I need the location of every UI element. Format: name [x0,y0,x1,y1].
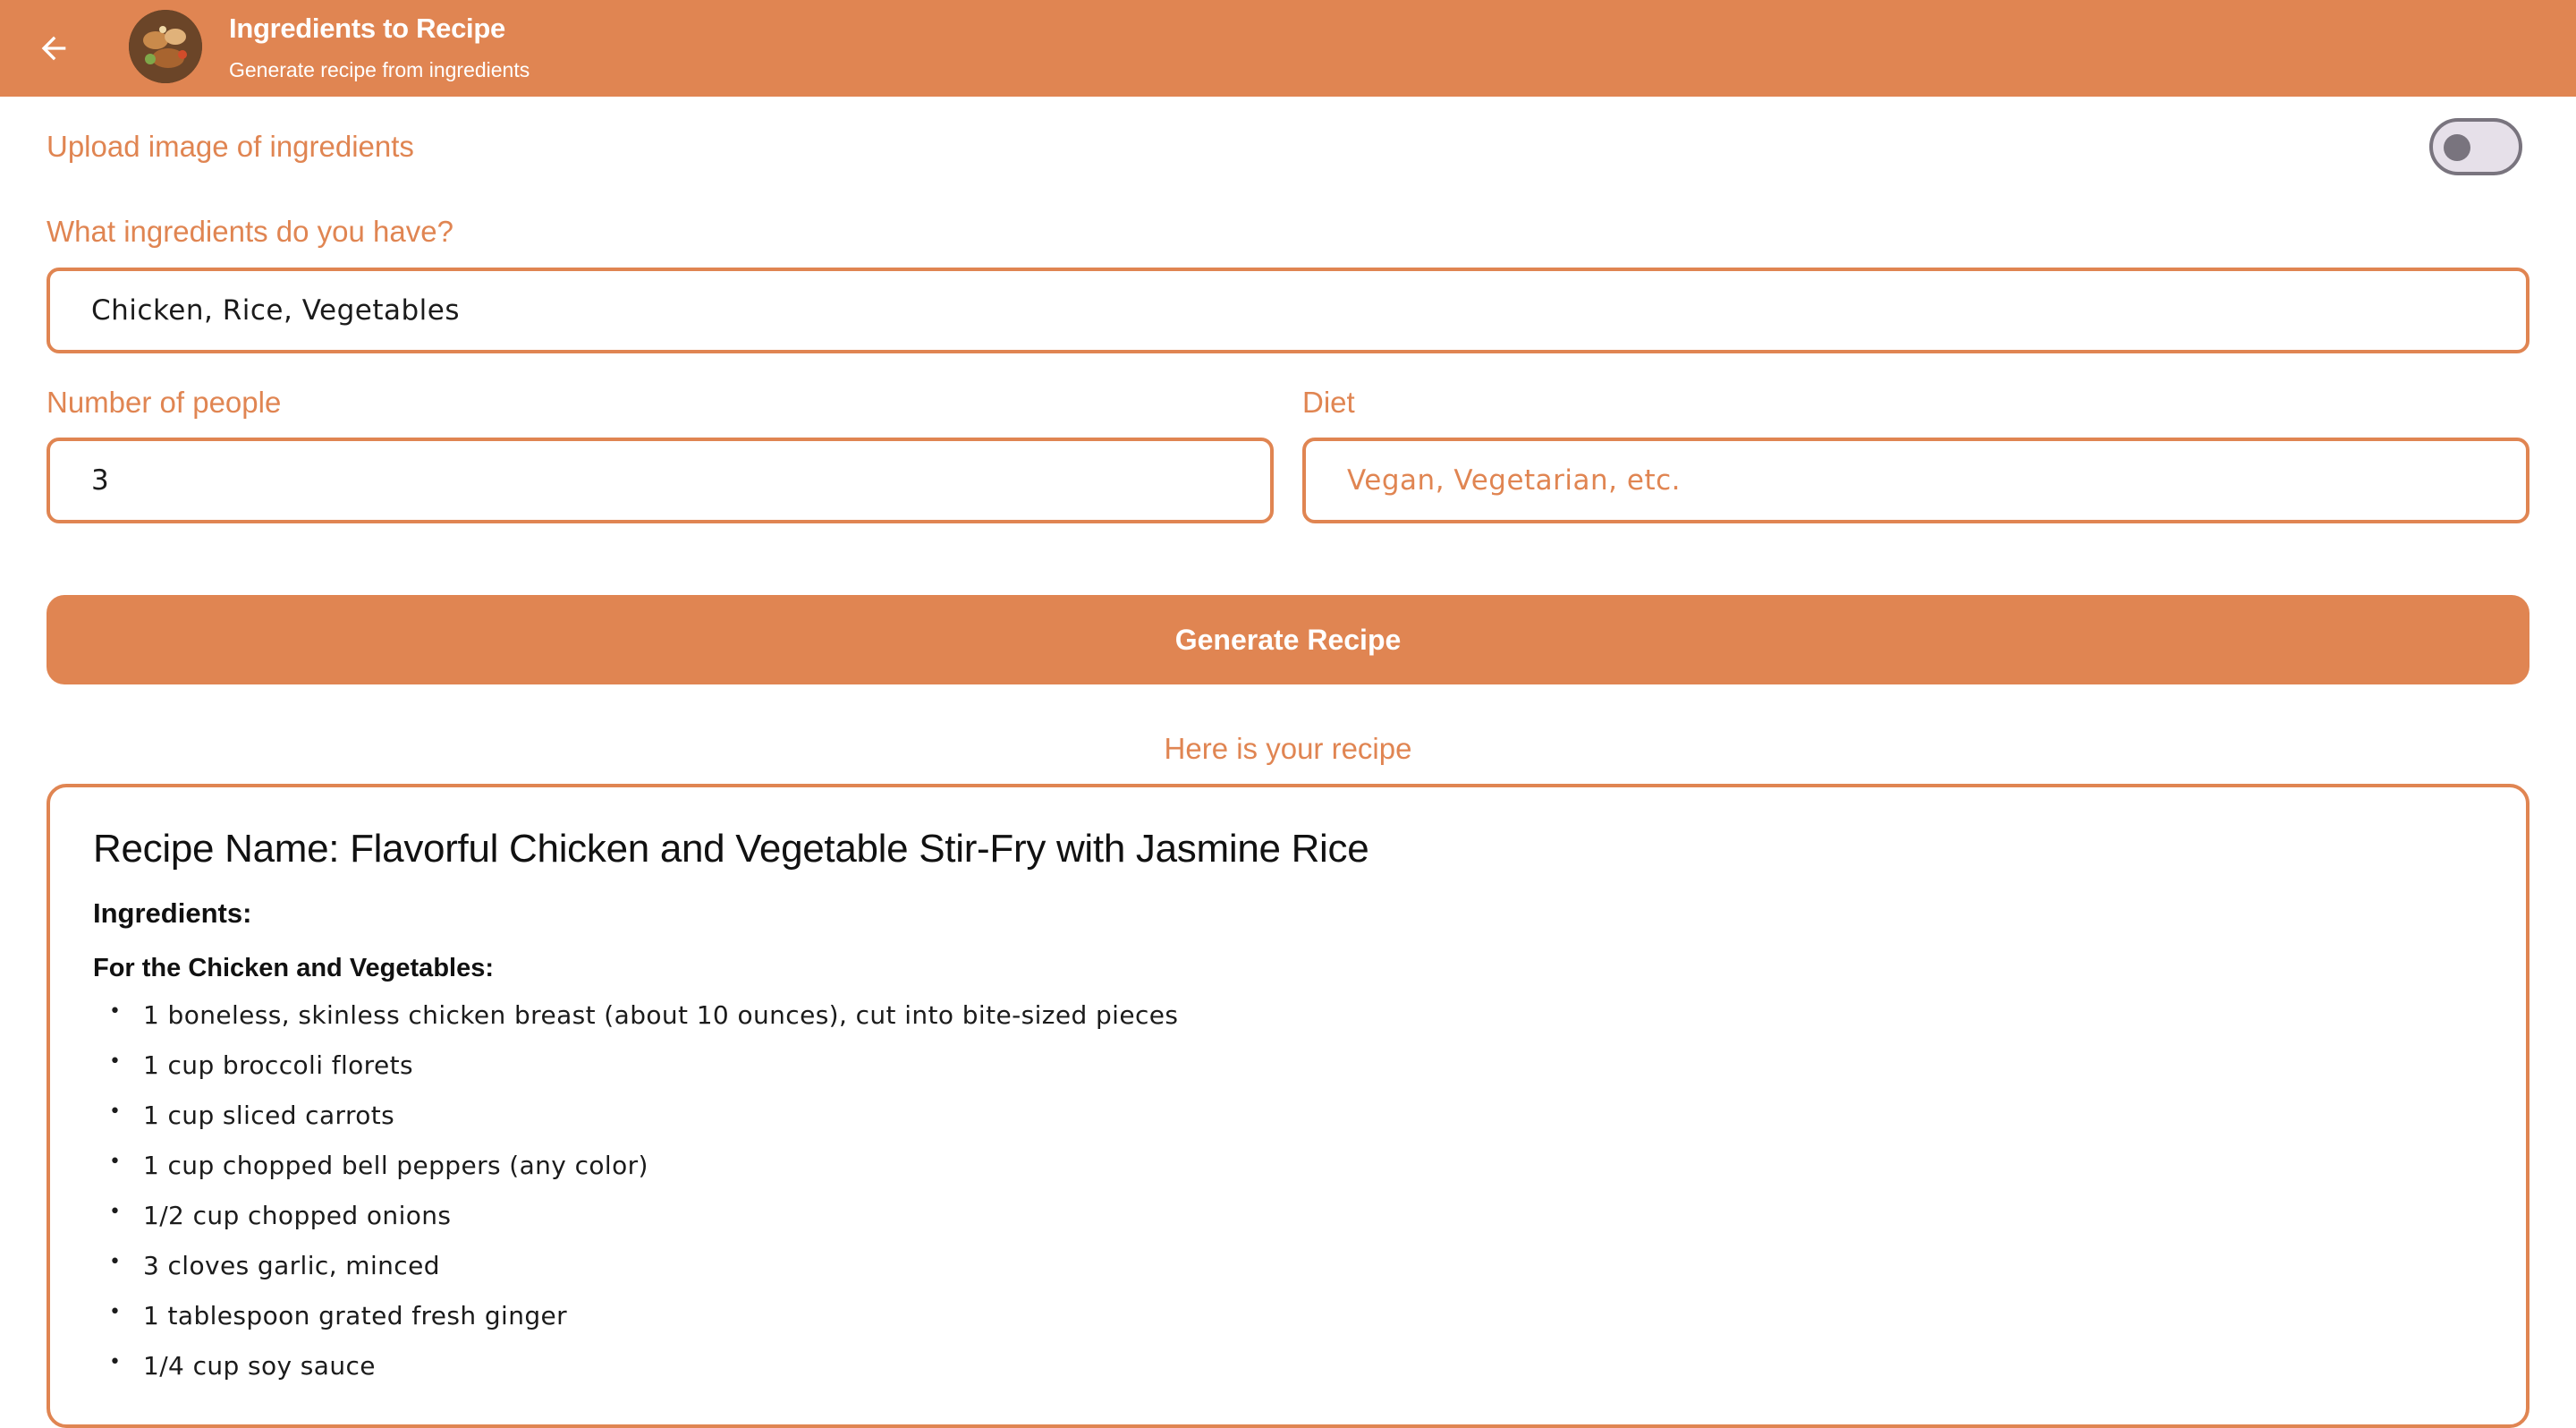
ingredients-input-value: Chicken, Rice, Vegetables [91,294,460,327]
list-item-text: 3 cloves garlic, minced [143,1251,440,1280]
list-item-text: 1/2 cup chopped onions [143,1201,452,1230]
ingredient-list: • 1 boneless, skinless chicken breast (ab… [93,1000,1178,1401]
list-item-text: 1 boneless, skinless chicken breast (abo… [143,1000,1179,1030]
list-item-text: 1 cup broccoli florets [143,1050,413,1080]
bullet-icon: • [109,1101,122,1123]
diet-input[interactable]: Vegan, Vegetarian, etc. [1302,438,2529,523]
list-item-text: 1 tablespoon grated fresh ginger [143,1301,568,1330]
list-item: • 1 cup chopped bell peppers (any color) [93,1151,1178,1201]
list-item: • 1/2 cup chopped onions [93,1201,1178,1251]
toggle-knob [2444,134,2470,161]
people-input[interactable]: 3 [47,438,1274,523]
app-title: Ingredients to Recipe [229,13,505,44]
list-item-text: 1 cup sliced carrots [143,1101,395,1130]
bullet-icon: • [109,1151,122,1173]
bullet-icon: • [109,1301,122,1323]
bullet-icon: • [109,1050,122,1073]
list-item: • 3 cloves garlic, minced [93,1251,1178,1301]
back-button[interactable] [27,21,80,75]
list-item-text: 1 cup chopped bell peppers (any color) [143,1151,648,1180]
bullet-icon: • [109,1000,122,1023]
result-heading: Here is your recipe [1164,732,1412,765]
arrow-left-icon [41,36,66,61]
bullet-icon: • [109,1251,122,1273]
people-label: Number of people [47,386,282,419]
ingredients-label: What ingredients do you have? [47,215,453,248]
ingredients-heading: Ingredients: [93,897,252,929]
upload-image-toggle[interactable] [2429,118,2522,175]
bullet-icon: • [109,1201,122,1223]
food-photo-avatar [129,10,202,83]
list-item: • 1/4 cup soy sauce [93,1351,1178,1401]
bullet-icon: • [109,1351,122,1373]
diet-label: Diet [1302,386,1355,419]
generate-recipe-button[interactable]: Generate Recipe [47,595,2529,684]
app-subtitle: Generate recipe from ingredients [229,58,530,81]
list-item-text: 1/4 cup soy sauce [143,1351,376,1381]
section-heading: For the Chicken and Vegetables: [93,954,494,982]
upload-image-label: Upload image of ingredients [47,130,414,163]
ingredients-input[interactable]: Chicken, Rice, Vegetables [47,268,2529,353]
list-item: • 1 cup broccoli florets [93,1050,1178,1101]
people-input-value: 3 [91,464,110,497]
list-item: • 1 cup sliced carrots [93,1101,1178,1151]
app-bar: Ingredients to Recipe Generate recipe fr… [0,0,2576,97]
diet-input-placeholder: Vegan, Vegetarian, etc. [1347,464,1682,497]
recipe-name: Recipe Name: Flavorful Chicken and Veget… [93,827,1369,871]
list-item: • 1 boneless, skinless chicken breast (ab… [93,1000,1178,1050]
list-item: • 1 tablespoon grated fresh ginger [93,1301,1178,1351]
